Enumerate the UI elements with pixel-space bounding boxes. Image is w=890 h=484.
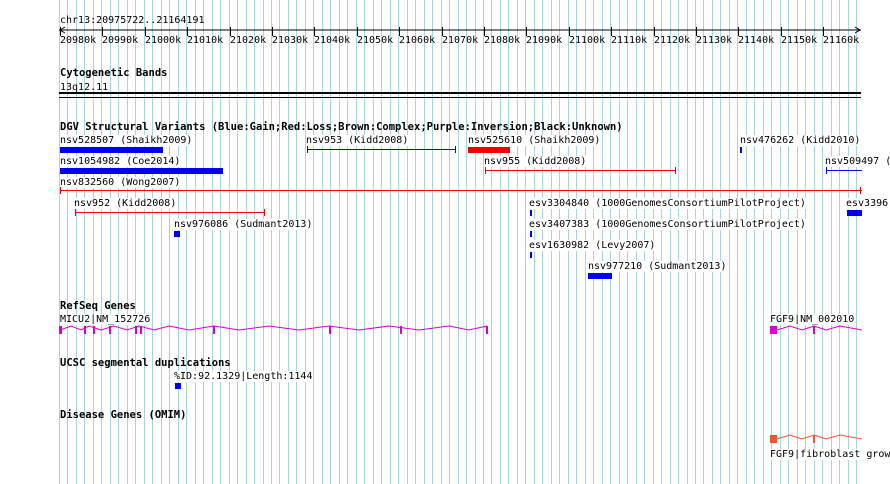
dgv-loss-endcap (675, 167, 676, 174)
dgv-feature-label[interactable]: esv1630982 (Levy2007) (529, 240, 656, 251)
dgv-loss-line[interactable] (75, 212, 265, 213)
dgv-feature-label[interactable]: nsv525610 (Shaikh2009) (468, 135, 601, 146)
gene-model-micu2[interactable] (59, 321, 499, 339)
dgv-gain-bar[interactable] (740, 147, 742, 153)
dgv-gain-bar[interactable] (530, 210, 532, 216)
ruler-tick-label: 21130k (696, 35, 733, 46)
dgv-gain-bar[interactable] (60, 168, 223, 174)
gene-model-fgf9[interactable] (770, 321, 862, 339)
dgv-feature-label[interactable]: nsv528507 (Shaikh2009) (60, 135, 193, 146)
dgv-loss-line[interactable] (485, 170, 676, 171)
dgv-feature-label[interactable]: nsv976086 (Sudmant2013) (174, 219, 313, 230)
dgv-loss-bar[interactable] (468, 147, 510, 153)
dgv-feature-label[interactable]: nsv953 (Kidd2008) (306, 135, 409, 146)
dgv-gain-endcap (455, 146, 456, 153)
cytoband-line-top (59, 92, 861, 94)
dgv-feature-label[interactable]: nsv832560 (Wong2007) (60, 177, 181, 188)
segdup-track-title: UCSC segmental duplications (60, 357, 231, 369)
region-label: chr13:20975722..21164191 (60, 15, 205, 26)
segdup-feature-label[interactable]: %ID:92.1329|Length:1144 (174, 371, 313, 382)
dgv-feature-label[interactable]: nsv977210 (Sudmant2013) (588, 261, 727, 272)
ruler-tick-label: 21100k (569, 35, 606, 46)
ruler-tick-label: 21050k (357, 35, 394, 46)
dgv-feature-label[interactable]: esv3304840 (1000GenomesConsortiumPilotPr… (529, 198, 806, 209)
cytoband-line-bottom (59, 97, 861, 98)
dgv-loss-endcap (485, 167, 486, 174)
dgv-gain-endcap (826, 167, 827, 174)
dgv-feature-label[interactable]: nsv952 (Kidd2008) (74, 198, 177, 209)
dgv-loss-line[interactable] (60, 190, 862, 191)
dgv-feature-label[interactable]: esv3407383 (1000GenomesConsortiumPilotPr… (529, 219, 806, 230)
ruler-tick-label: 21030k (272, 35, 309, 46)
dgv-feature-label[interactable]: nsv1054982 (Coe2014) (60, 156, 181, 167)
genome-browser-canvas: chr13:20975722..21164191 20980k 20990k 210… (0, 0, 890, 484)
dgv-feature-label[interactable]: nsv955 (Kidd2008) (484, 156, 587, 167)
dgv-gain-bar[interactable] (588, 273, 612, 279)
omim-gene-model[interactable] (770, 431, 862, 447)
ruler-tick-label: 21010k (187, 35, 224, 46)
ruler-tick-label: 21020k (230, 35, 267, 46)
dgv-gain-bar[interactable] (530, 231, 532, 237)
ruler-tick-label: 21090k (526, 35, 563, 46)
segdup-feature-bar[interactable] (175, 383, 181, 389)
dgv-feature-label[interactable]: nsv509497 ( (825, 156, 890, 167)
dgv-loss-endcap (75, 209, 76, 216)
ruler-tick-label: 21080k (484, 35, 521, 46)
ruler-tick-label: 21150k (781, 35, 818, 46)
ruler-tick-label: 21070k (442, 35, 479, 46)
dgv-gain-bar[interactable] (174, 231, 180, 237)
dgv-gain-bar[interactable] (60, 147, 163, 153)
ruler-tick-label: 21160k (823, 35, 860, 46)
refseq-track-title: RefSeq Genes (60, 300, 136, 312)
dgv-loss-endcap (60, 187, 61, 194)
dgv-feature-label[interactable]: nsv476262 (Kidd2010) (740, 135, 861, 146)
ruler-tick-label: 21060k (399, 35, 436, 46)
dgv-track-title: DGV Structural Variants (Blue:Gain;Red:L… (60, 121, 623, 133)
cytoband-track-title: Cytogenetic Bands (60, 67, 168, 79)
omim-track-title: Disease Genes (OMIM) (60, 409, 187, 421)
ruler-tick-label: 21040k (314, 35, 351, 46)
dgv-gain-endcap (307, 146, 308, 153)
dgv-gain-bar[interactable] (847, 210, 862, 216)
dgv-feature-label[interactable]: esv3396 (846, 198, 889, 209)
ruler-tick-label: 20990k (102, 35, 139, 46)
dgv-loss-endcap (264, 209, 265, 216)
dgv-loss-endcap (860, 187, 861, 194)
ruler-tick-label: 21000k (145, 35, 182, 46)
ruler-tick-label: 21110k (611, 35, 648, 46)
ruler-tick-label: 21140k (738, 35, 775, 46)
dgv-gain-bar[interactable] (530, 252, 532, 258)
dgv-gain-line[interactable] (826, 170, 862, 171)
dgv-gain-line[interactable] (307, 149, 455, 150)
ruler-tick-label: 20980k (60, 35, 97, 46)
ruler-tick-label: 21120k (654, 35, 691, 46)
omim-feature-label[interactable]: FGF9|fibroblast grow (770, 449, 890, 460)
